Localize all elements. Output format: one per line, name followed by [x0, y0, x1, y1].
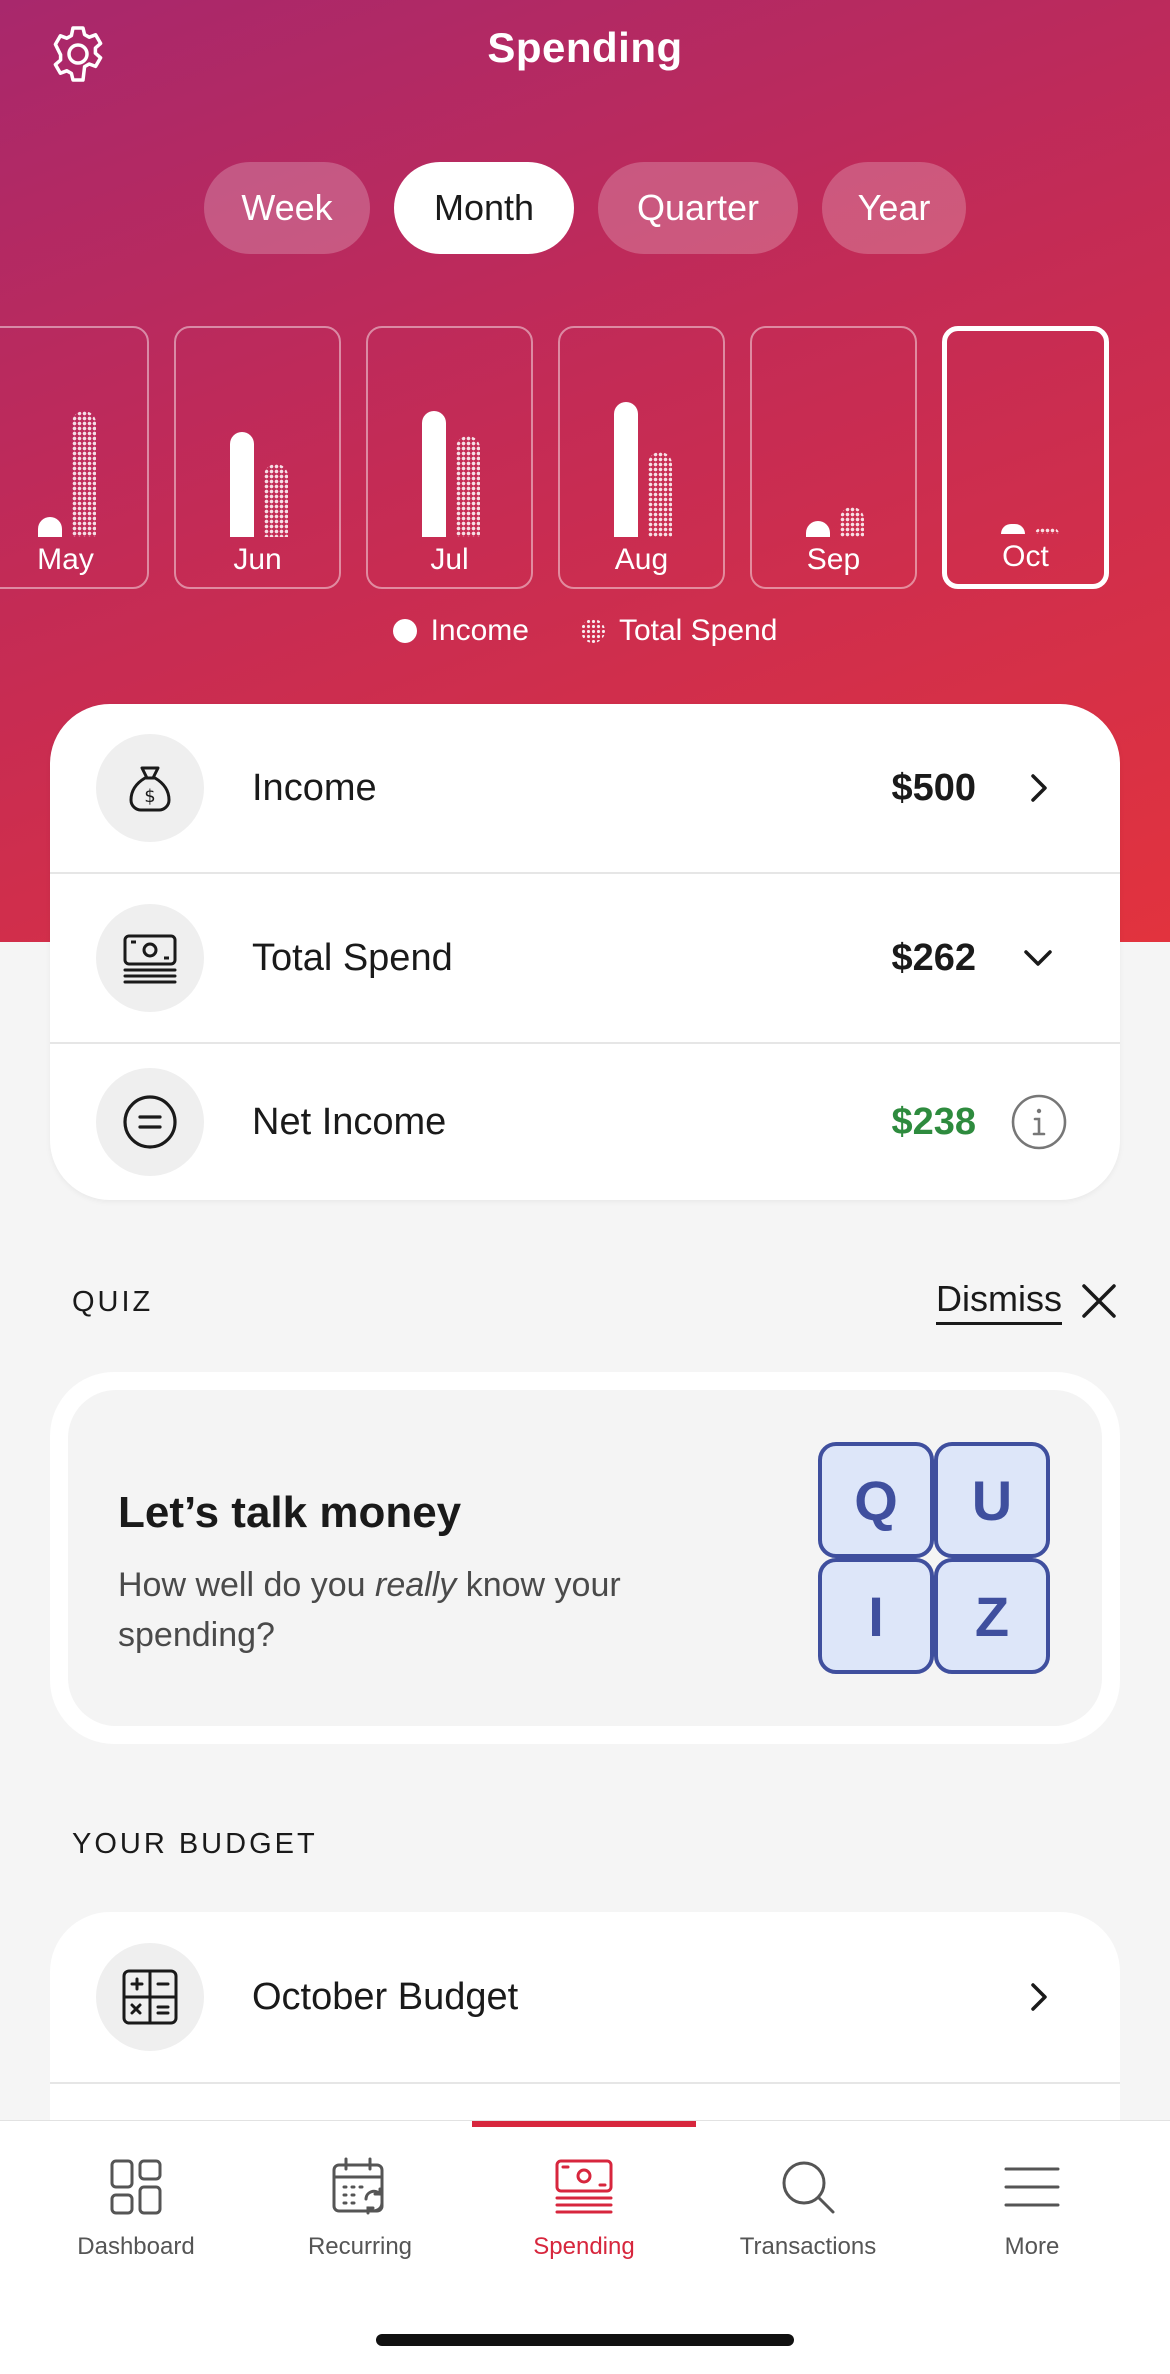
- summary-card: $ Income $500 Total Spend $262 Net Incom…: [50, 704, 1120, 1200]
- close-icon[interactable]: [1078, 1280, 1120, 1322]
- spend-legend-label: Total Spend: [618, 614, 778, 647]
- quiz-subtitle-emphasis: really: [375, 1566, 457, 1604]
- spend-bar: [456, 436, 480, 537]
- tab-week[interactable]: Week: [204, 162, 370, 254]
- nav-spending-label: Spending: [533, 2233, 635, 2260]
- row-divider: [50, 2082, 1120, 2084]
- dashboard-icon: [110, 2159, 162, 2215]
- nav-dashboard-label: Dashboard: [77, 2233, 195, 2260]
- equals-icon: [96, 1068, 204, 1176]
- income-bar: [614, 402, 638, 537]
- income-row[interactable]: $ Income $500: [50, 704, 1120, 874]
- quiz-tiles: Q U I Z: [818, 1442, 1052, 1676]
- nav-recurring[interactable]: Recurring: [248, 2155, 472, 2261]
- quiz-tile: Q: [818, 1442, 934, 1558]
- monthly-bar-chart: May Jun Jul Aug Sep Oct: [0, 326, 1170, 591]
- nav-transactions[interactable]: Transactions: [696, 2155, 920, 2261]
- month-label: Jul: [430, 543, 469, 576]
- month-label: Jun: [233, 543, 282, 576]
- income-bar: [806, 521, 830, 537]
- month-card-may[interactable]: May: [0, 326, 149, 589]
- income-label: Income: [252, 766, 377, 809]
- month-label: May: [37, 543, 94, 576]
- month-card-jul[interactable]: Jul: [366, 326, 533, 589]
- income-legend-swatch: [392, 619, 417, 643]
- month-card-jun[interactable]: Jun: [174, 326, 341, 589]
- search-icon: [782, 2161, 835, 2214]
- october-budget-row[interactable]: October Budget: [50, 1912, 1120, 2082]
- money-bag-icon: $: [96, 734, 204, 842]
- info-icon[interactable]: [1010, 1093, 1068, 1151]
- income-bar: [1001, 524, 1025, 534]
- chevron-down-icon[interactable]: [1018, 938, 1058, 978]
- spending-icon: [555, 2159, 613, 2214]
- calendar-recurring-icon: [332, 2157, 384, 2215]
- nav-more-label: More: [1004, 2233, 1060, 2260]
- spend-legend-swatch: [580, 619, 605, 643]
- chart-legend: Income Total Spend: [0, 614, 1170, 648]
- spend-bar: [264, 464, 288, 537]
- income-bar: [230, 432, 254, 537]
- spend-bar: [840, 507, 864, 537]
- calculator-icon: [96, 1943, 204, 2051]
- spend-bar: [1035, 528, 1059, 534]
- total-spend-value: $262: [891, 936, 976, 979]
- quiz-subtitle-start: How well do you: [118, 1566, 376, 1604]
- month-card-sep[interactable]: Sep: [750, 326, 917, 589]
- quiz-subtitle: How well do you really know your spendin…: [118, 1560, 718, 1660]
- svg-text:$: $: [144, 786, 155, 807]
- active-tab-indicator: [472, 2121, 696, 2127]
- tab-year[interactable]: Year: [822, 162, 966, 254]
- cash-stack-icon: [96, 904, 204, 1012]
- nav-transactions-label: Transactions: [739, 2233, 877, 2260]
- chevron-right-icon[interactable]: [1018, 1977, 1058, 2017]
- total-spend-row[interactable]: Total Spend $262: [50, 874, 1120, 1044]
- nav-spending[interactable]: Spending: [472, 2155, 696, 2261]
- quiz-tile: I: [818, 1558, 934, 1674]
- net-income-value: $238: [891, 1100, 976, 1143]
- income-bar: [38, 517, 62, 537]
- menu-icon: [1004, 2167, 1060, 2207]
- month-label: Sep: [806, 543, 861, 576]
- nav-recurring-label: Recurring: [307, 2233, 413, 2260]
- quiz-section-label: QUIZ: [72, 1286, 154, 1318]
- quiz-card[interactable]: Let’s talk money How well do you really …: [50, 1372, 1120, 1744]
- nav-dashboard[interactable]: Dashboard: [24, 2155, 248, 2261]
- net-income-row: Net Income $238: [50, 1044, 1120, 1200]
- budget-section-label: YOUR BUDGET: [72, 1828, 318, 1860]
- quiz-tile: U: [934, 1442, 1050, 1558]
- quiz-tile: Z: [934, 1558, 1050, 1674]
- october-budget-label: October Budget: [252, 1975, 519, 2018]
- month-card-oct[interactable]: Oct: [942, 326, 1109, 589]
- tab-month[interactable]: Month: [394, 162, 574, 254]
- home-indicator: [376, 2334, 794, 2346]
- income-legend-label: Income: [430, 614, 529, 647]
- net-income-label: Net Income: [252, 1100, 447, 1143]
- period-tabs: Week Month Quarter Year: [0, 162, 1170, 254]
- spend-bar: [648, 452, 672, 537]
- month-label: Oct: [1002, 540, 1049, 573]
- month-label: Aug: [614, 543, 669, 576]
- income-value: $500: [891, 766, 976, 809]
- income-bar: [422, 411, 446, 537]
- page-title: Spending: [487, 24, 683, 71]
- quiz-title: Let’s talk money: [118, 1488, 462, 1537]
- tab-quarter[interactable]: Quarter: [598, 162, 798, 254]
- dismiss-button[interactable]: Dismiss: [936, 1278, 1062, 1325]
- nav-more[interactable]: More: [920, 2155, 1144, 2261]
- spend-bar: [72, 411, 96, 537]
- chevron-right-icon[interactable]: [1018, 768, 1058, 808]
- month-card-aug[interactable]: Aug: [558, 326, 725, 589]
- total-spend-label: Total Spend: [252, 936, 453, 979]
